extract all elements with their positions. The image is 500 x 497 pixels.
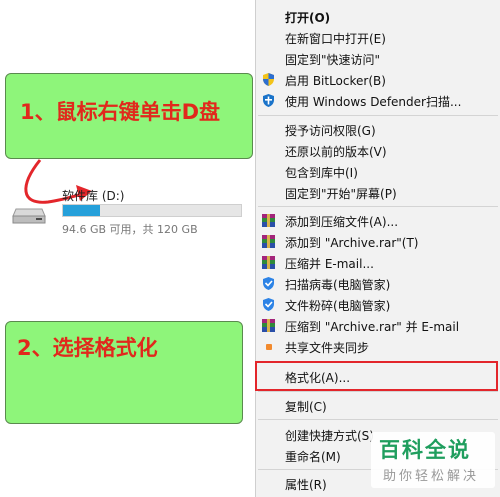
menu-item-include-library[interactable]: 包含到库中(I) — [256, 161, 499, 182]
shield-icon — [263, 73, 274, 86]
context-menu: 打开(O) 在新窗口中打开(E) 固定到"快速访问" 启用 BitLocker(… — [255, 0, 500, 497]
tencent-guard-icon — [263, 298, 274, 311]
menu-separator — [258, 115, 498, 116]
menu-item-compress-rar-email[interactable]: 压缩到 "Archive.rar" 并 E-mail — [256, 315, 499, 336]
tencent-guard-icon — [263, 277, 274, 290]
step2-callout: 2、选择格式化 — [5, 321, 243, 424]
watermark-title: 百科全说 — [379, 438, 471, 462]
winrar-icon — [262, 235, 275, 248]
winrar-icon — [262, 319, 275, 332]
step1-callout: 1、鼠标右键单击D盘 — [5, 73, 253, 159]
menu-item-compress-email[interactable]: 压缩并 E-mail... — [256, 252, 499, 273]
winrar-icon — [262, 214, 275, 227]
menu-item-open-new-window[interactable]: 在新窗口中打开(E) — [256, 27, 499, 48]
menu-item-bitlocker[interactable]: 启用 BitLocker(B) — [256, 69, 499, 90]
drive-name: 软件库 (D:) — [62, 189, 125, 203]
menu-item-restore-versions[interactable]: 还原以前的版本(V) — [256, 140, 499, 161]
sync-icon — [266, 344, 272, 350]
menu-item-grant-access[interactable]: 授予访问权限(G) — [256, 119, 499, 140]
step1-text: 1、鼠标右键单击D盘 — [20, 100, 221, 124]
menu-item-add-archive[interactable]: 添加到压缩文件(A)... — [256, 210, 499, 231]
drive-usage-fill — [63, 205, 101, 216]
format-highlight-box — [255, 361, 498, 391]
drive-d-item[interactable]: 软件库 (D:) 94.6 GB 可用，共 120 GB — [10, 183, 250, 238]
watermark-subtitle: 助你轻松解决 — [383, 469, 480, 484]
menu-separator — [258, 419, 498, 420]
menu-item-pin-quick-access[interactable]: 固定到"快速访问" — [256, 48, 499, 69]
defender-icon — [263, 94, 274, 107]
drive-usage-bar — [62, 204, 242, 217]
menu-separator — [258, 391, 498, 392]
menu-separator — [258, 206, 498, 207]
drive-size-text: 94.6 GB 可用，共 120 GB — [62, 223, 198, 236]
winrar-icon — [262, 256, 275, 269]
menu-item-open[interactable]: 打开(O) — [256, 6, 499, 27]
step2-text: 2、选择格式化 — [17, 336, 158, 360]
menu-item-pin-start[interactable]: 固定到"开始"屏幕(P) — [256, 182, 499, 203]
menu-item-copy[interactable]: 复制(C) — [256, 395, 499, 416]
watermark: 百科全说 助你轻松解决 — [371, 432, 495, 488]
menu-item-add-archive-rar[interactable]: 添加到 "Archive.rar"(T) — [256, 231, 499, 252]
menu-item-file-shred[interactable]: 文件粉碎(电脑管家) — [256, 294, 499, 315]
menu-item-virus-scan[interactable]: 扫描病毒(电脑管家) — [256, 273, 499, 294]
hard-drive-icon — [12, 208, 46, 224]
menu-item-share-sync[interactable]: 共享文件夹同步 — [256, 336, 499, 357]
menu-item-defender-scan[interactable]: 使用 Windows Defender扫描... — [256, 90, 499, 111]
